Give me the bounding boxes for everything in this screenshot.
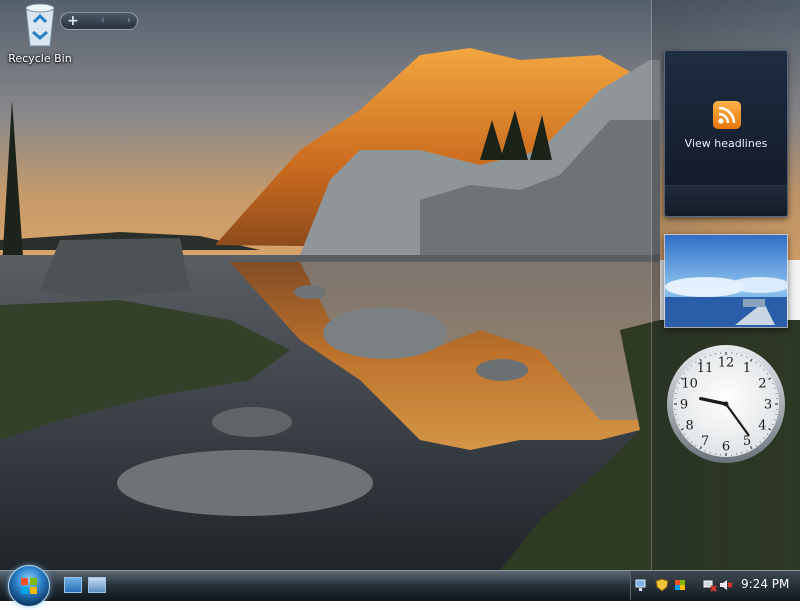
- sidebar-controls: + ‹ ›: [60, 12, 138, 30]
- taskbar-clock[interactable]: 9:24 PM: [741, 577, 789, 591]
- previous-gadgets-button[interactable]: ‹: [101, 15, 105, 27]
- network-connection-icon[interactable]: [703, 577, 717, 591]
- clock-numeral: 4: [758, 419, 766, 434]
- clock-numeral: 7: [701, 434, 709, 449]
- slideshow-gadget[interactable]: [664, 234, 788, 328]
- clock-gadget[interactable]: 12 12 3 45678 9 1011: [665, 343, 787, 465]
- clock-numeral: 6: [722, 440, 730, 455]
- slideshow-image: [665, 235, 787, 327]
- desktop-icon-recycle-bin[interactable]: Recycle Bin: [4, 2, 76, 65]
- clock-numeral: 9: [680, 398, 688, 413]
- clock-numeral: 12: [718, 356, 735, 371]
- feed-gadget-footer: [665, 185, 787, 216]
- show-desktop-icon[interactable]: [64, 577, 82, 593]
- switch-windows-icon[interactable]: [88, 577, 106, 593]
- feed-headlines-gadget[interactable]: View headlines: [664, 50, 788, 217]
- clock-center-pin: [724, 402, 729, 407]
- rss-icon: [713, 101, 741, 129]
- next-gadgets-button[interactable]: ›: [127, 15, 131, 27]
- windows-orb-icon: [9, 566, 49, 606]
- windows-update-icon[interactable]: [673, 577, 687, 591]
- desktop-icon-label: Recycle Bin: [4, 52, 76, 65]
- add-gadget-button[interactable]: +: [67, 15, 79, 27]
- clock-numeral: 8: [685, 419, 693, 434]
- clock-numeral: 3: [764, 398, 772, 413]
- security-shield-icon[interactable]: [655, 577, 669, 591]
- recycle-bin-icon: [20, 2, 60, 48]
- clock-numeral: 10: [681, 377, 698, 392]
- system-tray: 9:24 PM: [630, 571, 800, 600]
- clock-numeral: 5: [743, 434, 751, 449]
- view-headlines-link[interactable]: View headlines: [665, 137, 787, 150]
- start-button[interactable]: [8, 565, 50, 607]
- clock-numeral: 11: [697, 361, 714, 376]
- network-icon[interactable]: [635, 577, 649, 591]
- volume-muted-icon[interactable]: [719, 577, 733, 591]
- clock-numeral: 2: [758, 377, 766, 392]
- clock-numeral: 1: [743, 361, 751, 376]
